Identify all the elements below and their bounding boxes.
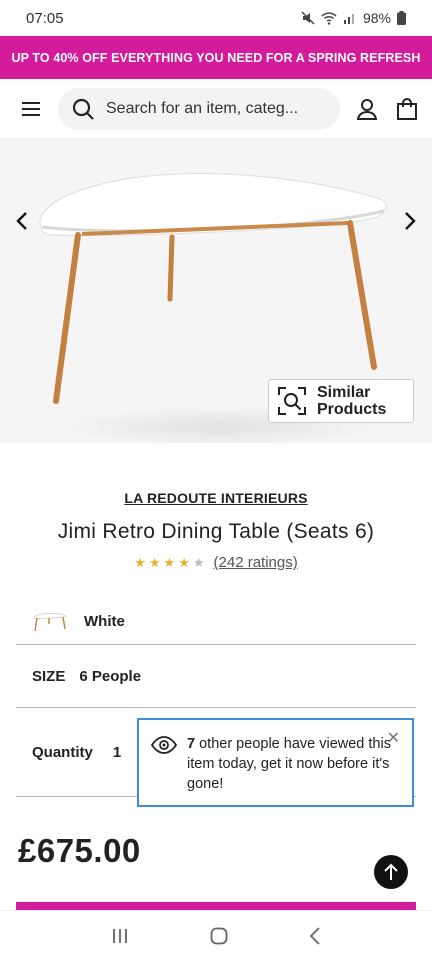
quantity-value[interactable]: 1 xyxy=(113,744,121,761)
visual-search-icon xyxy=(278,387,306,415)
rating-stars: ★★★★★ xyxy=(134,554,208,570)
user-icon xyxy=(356,98,378,120)
size-label: SIZE xyxy=(32,667,66,685)
viewer-count: 7 xyxy=(187,736,196,752)
prev-image-button[interactable] xyxy=(10,209,34,233)
account-button[interactable] xyxy=(354,96,380,122)
colour-swatch-thumbnail xyxy=(33,612,67,631)
status-time: 07:05 xyxy=(26,9,64,27)
notification-text: 7 other people have viewed this item tod… xyxy=(187,734,392,805)
home-icon[interactable] xyxy=(210,927,228,945)
scroll-to-top-button[interactable] xyxy=(374,855,408,889)
colour-selector[interactable]: White xyxy=(16,599,416,645)
mute-icon xyxy=(301,11,315,25)
chevron-left-icon xyxy=(16,212,27,230)
status-icons: 98% xyxy=(301,10,406,26)
ratings-link[interactable]: (242 ratings) xyxy=(214,554,298,571)
notification-message: other people have viewed this item today… xyxy=(187,736,391,792)
next-image-button[interactable] xyxy=(398,209,422,233)
search-icon xyxy=(72,98,94,120)
brand-link[interactable]: LA REDOUTE INTERIEURS xyxy=(0,490,432,506)
product-image-carousel[interactable]: Similar Products xyxy=(0,139,432,443)
system-nav-bar xyxy=(0,910,432,960)
site-header: Search for an item, categ... xyxy=(0,79,432,139)
status-bar: 07:05 98% xyxy=(0,0,432,36)
similar-products-label: Similar Products xyxy=(317,384,387,418)
recent-apps-icon[interactable] xyxy=(111,928,129,944)
battery-text: 98% xyxy=(362,10,391,26)
back-icon[interactable] xyxy=(309,926,321,945)
size-value: 6 People xyxy=(79,667,142,685)
arrow-up-icon xyxy=(384,863,398,880)
shopping-bag-icon xyxy=(397,97,417,120)
search-placeholder: Search for an item, categ... xyxy=(106,99,299,117)
add-to-basket-button[interactable] xyxy=(16,902,416,910)
wifi-icon xyxy=(321,12,337,25)
chevron-right-icon xyxy=(405,212,416,230)
promo-banner[interactable]: UP TO 40% OFF EVERYTHING YOU NEED FOR A … xyxy=(0,36,432,79)
product-price: £675.00 xyxy=(18,832,141,869)
colour-value: White xyxy=(84,613,125,630)
product-title: Jimi Retro Dining Table (Seats 6) xyxy=(57,520,375,543)
promo-text: UP TO 40% OFF EVERYTHING YOU NEED FOR A … xyxy=(11,50,421,65)
close-icon[interactable]: ✕ xyxy=(387,728,400,748)
hamburger-icon xyxy=(22,101,40,116)
basket-button[interactable] xyxy=(394,96,420,122)
quantity-label: Quantity xyxy=(32,743,93,761)
battery-icon xyxy=(397,11,406,25)
rating: ★★★★★ (242 ratings) xyxy=(0,554,432,571)
search-input[interactable]: Search for an item, categ... xyxy=(58,87,340,130)
menu-button[interactable] xyxy=(18,96,44,122)
viewers-notification: 7 other people have viewed this item tod… xyxy=(137,718,414,807)
signal-icon xyxy=(343,14,354,24)
size-selector[interactable]: SIZE 6 People xyxy=(16,645,416,708)
similar-products-button[interactable]: Similar Products xyxy=(268,379,414,423)
eye-icon xyxy=(151,736,177,754)
